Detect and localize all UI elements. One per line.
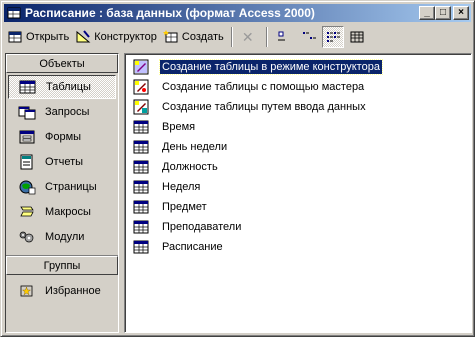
table-icon [133, 239, 149, 255]
create-icon [162, 29, 179, 45]
list-item-label: Создание таблицы в режиме конструктора [159, 59, 383, 75]
list-item-table[interactable]: Время [133, 118, 197, 136]
table-icon [133, 199, 149, 215]
datasheet-wizard-icon [133, 99, 149, 115]
macro-icon [16, 202, 38, 222]
favorites-icon [16, 281, 38, 301]
small-icons-view-button[interactable] [298, 26, 320, 48]
sidebar-item-pages[interactable]: Страницы [8, 175, 116, 199]
list-item-label: Время [162, 121, 196, 133]
delete-button[interactable]: ✕ [237, 26, 262, 48]
wizard-icon [133, 79, 149, 95]
create-button[interactable]: Создать [160, 26, 227, 48]
list-view-icon [326, 32, 340, 42]
sidebar-item-label: Страницы [45, 181, 97, 193]
table-icon [133, 139, 149, 155]
design-label: Конструктор [94, 31, 157, 43]
sidebar-item-queries[interactable]: Запросы [8, 100, 116, 124]
sidebar-item-label: Модули [45, 231, 85, 243]
database-icon [6, 5, 22, 21]
list-item-label: Преподаватели [162, 221, 242, 233]
list-item-table[interactable]: Неделя [133, 178, 202, 196]
large-icons-icon [277, 31, 285, 41]
toolbar: Открыть Конструктор Создать ✕ [4, 25, 471, 49]
objects-group: Таблицы Запросы Формы Отчеты Страницы Ма… [6, 73, 118, 255]
sidebar-item-label: Макросы [45, 206, 91, 218]
list-item-label: Неделя [162, 181, 201, 193]
list-item-label: Создание таблицы с помощью мастера [162, 81, 365, 93]
window-controls: _ □ × [419, 6, 469, 20]
open-icon [7, 29, 23, 45]
module-icon [16, 227, 38, 247]
list-item-label: Предмет [162, 201, 207, 213]
details-view-button[interactable] [346, 26, 368, 48]
table-icon [17, 77, 39, 97]
sidebar-item-label: Отчеты [45, 156, 84, 168]
open-button[interactable]: Открыть [4, 26, 72, 48]
minimize-button[interactable]: _ [419, 6, 435, 20]
toolbar-separator [230, 27, 233, 47]
list-item-label: Должность [162, 161, 218, 173]
large-icons-view-button[interactable] [274, 26, 296, 48]
sidebar-item-favorites[interactable]: Избранное [8, 279, 116, 303]
design-button[interactable]: Конструктор [72, 26, 160, 48]
design-icon [75, 29, 91, 45]
query-icon [16, 102, 38, 122]
list-item-create-datasheet[interactable]: Создание таблицы путем ввода данных [133, 98, 368, 116]
list-item-label: Расписание [162, 241, 223, 253]
list-item-label: День недели [162, 141, 228, 153]
toolbar-separator [265, 27, 268, 47]
sidebar-item-tables[interactable]: Таблицы [8, 75, 116, 99]
sidebar-item-label: Формы [45, 131, 82, 143]
list-item-table[interactable]: Предмет [133, 198, 209, 216]
objects-bar: Объекты Таблицы Запросы Формы Отчеты Стр… [5, 53, 119, 333]
details-view-icon [350, 31, 364, 43]
table-icon [133, 179, 149, 195]
list-item-table[interactable]: Преподаватели [133, 218, 243, 236]
sidebar-item-macros[interactable]: Макросы [8, 200, 116, 224]
sidebar-item-modules[interactable]: Модули [8, 225, 116, 249]
list-item-create-design[interactable]: Создание таблицы в режиме конструктора [133, 58, 383, 76]
list-item-table[interactable]: Должность [133, 158, 220, 176]
maximize-button[interactable]: □ [435, 6, 451, 20]
sidebar-item-reports[interactable]: Отчеты [8, 150, 116, 174]
open-label: Открыть [26, 31, 70, 43]
small-icons-icon [302, 32, 316, 39]
groups-group: Избранное [6, 275, 118, 332]
objects-header[interactable]: Объекты [6, 54, 118, 73]
delete-icon: ✕ [241, 28, 254, 45]
groups-header[interactable]: Группы [6, 256, 118, 275]
close-button[interactable]: × [453, 6, 469, 20]
table-icon [133, 119, 149, 135]
sidebar-item-label: Избранное [45, 285, 101, 297]
list-item-create-wizard[interactable]: Создание таблицы с помощью мастера [133, 78, 366, 96]
list-item-table[interactable]: Расписание [133, 238, 225, 256]
list-view-button[interactable] [321, 26, 344, 48]
title-bar[interactable]: Расписание : база данных (формат Access … [4, 4, 471, 22]
list-item-table[interactable]: День недели [133, 138, 229, 156]
database-window: Расписание : база данных (формат Access … [0, 0, 475, 337]
sidebar-item-label: Таблицы [46, 81, 91, 93]
sidebar-item-label: Запросы [45, 106, 90, 118]
design-wizard-icon [133, 59, 149, 75]
table-icon [133, 159, 149, 175]
table-icon [133, 219, 149, 235]
sidebar-item-forms[interactable]: Формы [8, 125, 116, 149]
create-label: Создать [181, 31, 224, 43]
list-item-label: Создание таблицы путем ввода данных [162, 101, 366, 113]
objects-list: Создание таблицы в режиме конструктора С… [124, 53, 472, 333]
window-title: Расписание : база данных (формат Access … [25, 6, 315, 20]
report-icon [16, 152, 38, 172]
page-icon [16, 177, 38, 197]
form-icon [16, 127, 38, 147]
